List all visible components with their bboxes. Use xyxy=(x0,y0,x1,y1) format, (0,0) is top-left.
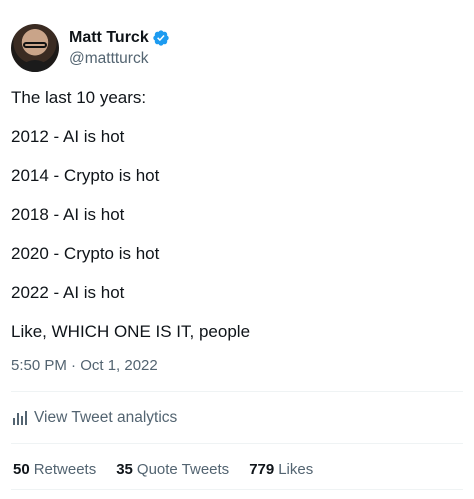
tweet-timestamp[interactable]: 5:50 PM · Oct 1, 2022 xyxy=(11,356,158,376)
tweet-line: 2014 - Crypto is hot xyxy=(11,166,160,185)
display-name[interactable]: Matt Turck xyxy=(69,28,149,48)
avatar[interactable] xyxy=(11,24,59,72)
retweets-stat[interactable]: 50 Retweets xyxy=(13,460,96,480)
tweet-line: Like, WHICH ONE IS IT, people xyxy=(11,322,251,341)
author-names: Matt Turck @mattturck xyxy=(69,28,170,69)
view-analytics-link[interactable]: View Tweet analytics xyxy=(11,407,177,429)
tweet-line: 2020 - Crypto is hot xyxy=(11,244,160,263)
quote-tweets-label: Quote Tweets xyxy=(136,461,230,478)
divider xyxy=(11,443,463,444)
author-handle[interactable]: @mattturck xyxy=(69,49,170,69)
likes-stat[interactable]: 779 Likes xyxy=(249,460,313,480)
quote-tweets-stat[interactable]: 35 Quote Tweets xyxy=(116,460,229,480)
bar-chart-icon xyxy=(13,411,27,425)
tweet-line: 2012 - AI is hot xyxy=(11,127,125,146)
likes-count: 779 xyxy=(249,461,275,478)
quote-tweets-count: 35 xyxy=(116,461,133,478)
verified-badge-icon xyxy=(153,29,169,46)
tweet-stats: 50 Retweets 35 Quote Tweets 779 Likes xyxy=(13,460,333,480)
retweets-label: Retweets xyxy=(33,461,97,478)
tweet-line: 2022 - AI is hot xyxy=(11,283,125,302)
retweets-count: 50 xyxy=(13,461,30,478)
divider xyxy=(11,391,463,392)
tweet-header: Matt Turck @mattturck xyxy=(11,24,170,72)
avatar-shirt xyxy=(17,60,53,72)
likes-label: Likes xyxy=(278,461,314,478)
tweet-card: Matt Turck @mattturck The last 10 years:… xyxy=(0,0,474,499)
analytics-label: View Tweet analytics xyxy=(34,409,178,426)
name-row: Matt Turck xyxy=(69,28,170,48)
tweet-line: The last 10 years: xyxy=(11,88,147,107)
divider xyxy=(11,489,463,490)
tweet-line: 2018 - AI is hot xyxy=(11,205,125,224)
avatar-glasses xyxy=(23,42,47,48)
